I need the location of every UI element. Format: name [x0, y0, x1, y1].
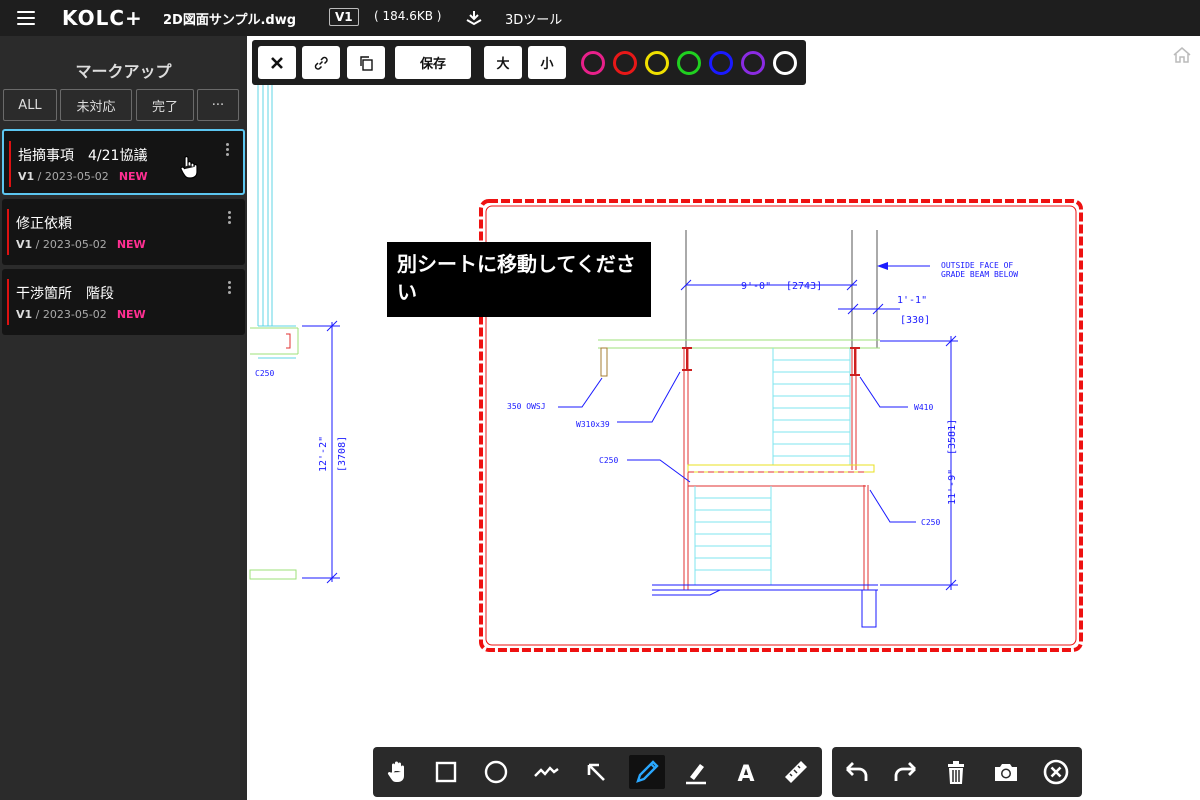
svg-text:A: A	[737, 762, 754, 787]
file-size: ( 184.6KB )	[374, 9, 442, 23]
color-swatch[interactable]	[709, 51, 733, 75]
card-menu-icon[interactable]	[228, 281, 231, 296]
outside-face-label-1: OUTSIDE FACE OF	[941, 261, 1013, 270]
card-meta: V1 / 2023-05-02 NEW	[18, 170, 148, 183]
dim-12-2: 12'-2"	[318, 436, 329, 472]
filter-more-button[interactable]: ···	[197, 89, 239, 121]
card-title: 修正依頼	[16, 216, 72, 232]
filter-all-button[interactable]: ALL	[3, 89, 57, 121]
dim-330: [330]	[900, 315, 930, 326]
card-meta: V1 / 2023-05-02 NEW	[16, 308, 146, 321]
label-owsj: 350 OWSJ	[507, 402, 546, 411]
card-title: 指摘事項 4/21協議	[18, 148, 148, 164]
card-menu-icon[interactable]	[228, 211, 231, 226]
text-icon[interactable]: A	[731, 757, 761, 787]
markup-toolbar: 保存 大 小	[252, 40, 806, 85]
freehand-line-icon[interactable]	[531, 757, 561, 787]
dim-11-9: 11'-9"	[947, 469, 958, 505]
3d-tool-link[interactable]: 3Dツール	[505, 9, 562, 28]
actions-bar	[832, 747, 1082, 797]
size-large-button[interactable]: 大	[484, 46, 522, 79]
dim-1-1: 1'-1"	[897, 295, 927, 306]
text-annotation[interactable]: 別シートに移動してください	[387, 242, 651, 317]
dim-9-0: 9'-0"	[741, 281, 771, 292]
drawing-canvas[interactable]: C250 12'-2" [3708] 9'-0" [2743] 1'-1" [3…	[247, 36, 1200, 800]
outside-face-label-2: GRADE BEAM BELOW	[941, 270, 1018, 279]
close-button[interactable]	[258, 46, 296, 79]
color-swatch[interactable]	[645, 51, 669, 75]
dim-3581: [3581]	[947, 419, 958, 455]
3d-tool-icon[interactable]	[465, 9, 483, 27]
label-c250: C250	[921, 518, 940, 527]
cad-drawing: C250 12'-2" [3708] 9'-0" [2743] 1'-1" [3…	[249, 85, 1083, 652]
label-c250: C250	[599, 456, 618, 465]
color-swatch[interactable]	[581, 51, 605, 75]
label-w410: W410	[914, 403, 933, 412]
link-button[interactable]	[302, 46, 340, 79]
filter-open-button[interactable]: 未対応	[60, 89, 132, 121]
undo-icon[interactable]	[841, 757, 871, 787]
circle-icon[interactable]	[481, 757, 511, 787]
rectangle-icon[interactable]	[431, 757, 461, 787]
pen-icon[interactable]	[629, 755, 665, 789]
card-color-bar	[7, 279, 9, 325]
drawing-tools-bar: A	[373, 747, 822, 797]
version-badge[interactable]: V1	[329, 8, 359, 26]
hand-icon[interactable]	[382, 757, 412, 787]
dim-2743: [2743]	[786, 281, 822, 292]
menu-icon[interactable]	[17, 11, 35, 25]
filter-done-button[interactable]: 完了	[136, 89, 194, 121]
label-c250-left: C250	[255, 369, 274, 378]
size-small-button[interactable]: 小	[528, 46, 566, 79]
home-icon[interactable]	[1171, 44, 1193, 66]
card-menu-icon[interactable]	[226, 143, 229, 158]
markup-card[interactable]: 指摘事項 4/21協議 V1 / 2023-05-02 NEW	[2, 129, 245, 195]
color-swatch[interactable]	[677, 51, 701, 75]
dim-3708: [3708]	[337, 436, 348, 472]
card-title: 干渉箇所 階段	[16, 286, 114, 302]
color-swatch[interactable]	[741, 51, 765, 75]
copy-icon	[360, 55, 373, 71]
card-color-bar	[9, 141, 11, 187]
highlighter-icon[interactable]	[681, 757, 711, 787]
close-icon	[271, 56, 283, 69]
trash-icon[interactable]	[941, 757, 971, 787]
copy-button[interactable]	[347, 46, 385, 79]
save-button[interactable]: 保存	[395, 46, 471, 79]
link-icon	[314, 56, 328, 70]
card-color-bar	[7, 209, 9, 255]
markup-sidebar: マークアップ ALL 未対応 完了 ··· 指摘事項 4/21協議 V1 / 2…	[0, 36, 247, 800]
arrow-icon[interactable]	[581, 757, 611, 787]
color-swatch[interactable]	[773, 51, 797, 75]
ruler-icon[interactable]	[781, 757, 811, 787]
sidebar-title: マークアップ	[75, 62, 172, 81]
redo-icon[interactable]	[891, 757, 921, 787]
app-logo[interactable]: KOLC+	[62, 6, 143, 30]
label-w310: W310x39	[576, 420, 610, 429]
card-meta: V1 / 2023-05-02 NEW	[16, 238, 146, 251]
color-swatch[interactable]	[613, 51, 637, 75]
top-bar: KOLC+ 2D図面サンプル.dwg V1 ( 184.6KB ) 3Dツール	[0, 0, 1200, 36]
hand-cursor-icon	[180, 155, 198, 179]
close-circle-icon[interactable]	[1041, 757, 1071, 787]
markup-card[interactable]: 修正依頼 V1 / 2023-05-02 NEW	[2, 199, 245, 265]
camera-icon[interactable]	[991, 757, 1021, 787]
markup-card[interactable]: 干渉箇所 階段 V1 / 2023-05-02 NEW	[2, 269, 245, 335]
file-name: 2D図面サンプル.dwg	[163, 13, 297, 28]
